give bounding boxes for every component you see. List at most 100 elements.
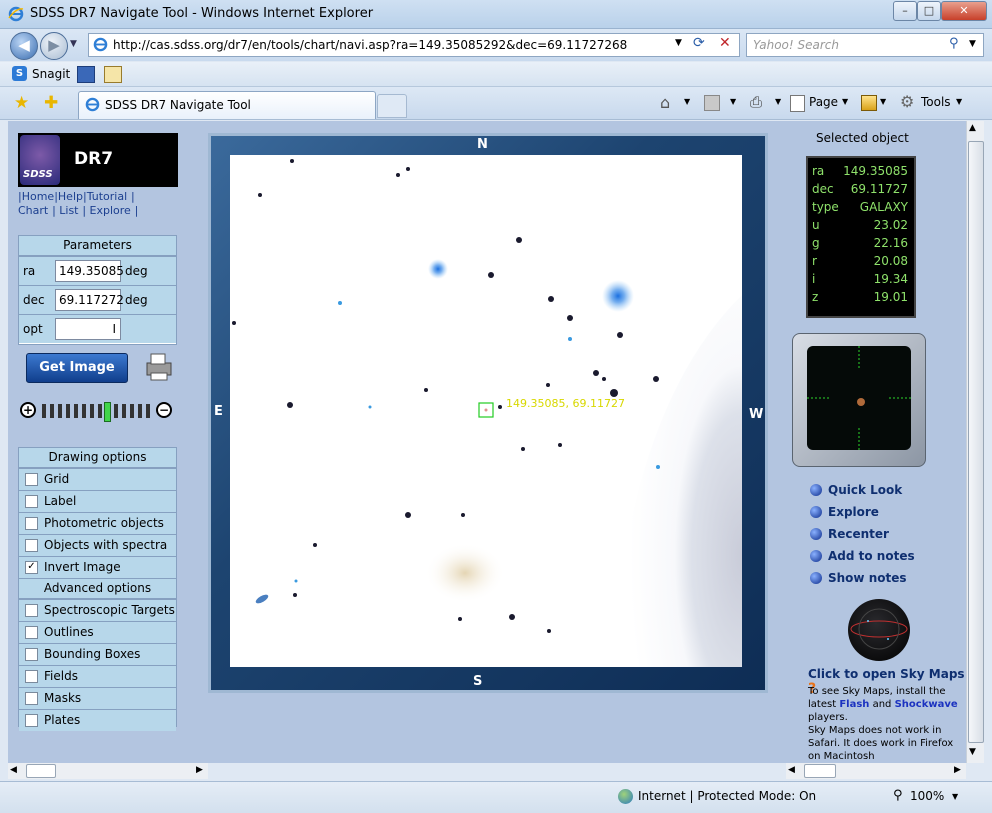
checkbox[interactable] — [25, 539, 38, 552]
search-icon[interactable]: ⚲ — [949, 36, 959, 51]
address-dropdown-icon[interactable]: ▼ — [675, 38, 682, 48]
get-image-button[interactable]: Get Image — [26, 353, 128, 383]
shockwave-link[interactable]: Shockwave — [895, 699, 958, 710]
feeds-dropdown-icon[interactable]: ▼ — [730, 97, 736, 106]
option-row[interactable]: Spectroscopic Targets — [19, 599, 176, 621]
checkbox[interactable] — [25, 495, 38, 508]
ra-label: ra — [23, 264, 36, 278]
close-window-button[interactable]: ✕ — [941, 1, 987, 21]
print-icon[interactable]: ⎙ — [750, 93, 762, 111]
tutorial-link[interactable]: |Tutorial — [83, 190, 127, 203]
horizontal-scroll-thumb[interactable] — [26, 764, 56, 778]
checkbox[interactable] — [25, 714, 38, 727]
stop-icon[interactable]: ✕ — [719, 35, 731, 51]
back-button[interactable]: ◀ — [10, 32, 38, 60]
checkbox[interactable] — [25, 692, 38, 705]
maximize-button[interactable]: □ — [917, 1, 941, 21]
help-link[interactable]: |Help — [54, 190, 83, 203]
refresh-icon[interactable]: ⟳ — [693, 35, 705, 51]
option-row[interactable]: ✓ Invert Image — [19, 556, 176, 578]
safety-icon[interactable] — [861, 95, 877, 111]
capture-icon[interactable] — [77, 66, 95, 83]
scroll-down-icon[interactable]: ▼ — [969, 747, 976, 757]
south-label: S — [473, 674, 483, 689]
ra-input[interactable]: 149.35085 — [55, 260, 124, 282]
checkbox[interactable] — [25, 626, 38, 639]
list-link[interactable]: | List — [52, 204, 78, 217]
page-menu-button[interactable]: Page — [809, 95, 838, 109]
links-toolbar: S Snagit — [0, 62, 992, 87]
search-dropdown-icon[interactable]: ▼ — [969, 39, 976, 49]
tab-navigate-tool[interactable]: SDSS DR7 Navigate Tool — [78, 91, 376, 119]
favorites-star-icon[interactable]: ★ — [14, 93, 29, 113]
checkbox[interactable] — [25, 473, 38, 486]
scroll-up-icon[interactable]: ▲ — [969, 123, 976, 133]
search-input[interactable]: Yahoo! Search — [753, 38, 839, 52]
home-link[interactable]: |Home — [18, 190, 54, 203]
option-label: Fields — [44, 669, 78, 683]
zoom-slider[interactable]: + − — [20, 401, 176, 422]
option-row[interactable]: Fields — [19, 665, 176, 687]
option-row[interactable]: Photometric objects — [19, 512, 176, 534]
opt-label: opt — [23, 322, 43, 336]
add-favorites-icon[interactable]: ✚ — [44, 93, 58, 113]
sdss-logo[interactable]: SDSS DR7 — [18, 133, 178, 187]
recent-pages-dropdown[interactable]: ▼ — [70, 39, 77, 49]
new-tab-button[interactable] — [377, 94, 407, 118]
page-dropdown-icon[interactable]: ▼ — [842, 97, 848, 106]
security-zone-text[interactable]: Internet | Protected Mode: On — [638, 789, 816, 803]
snagit-button[interactable]: Snagit — [32, 67, 70, 81]
home-icon[interactable]: ⌂ — [660, 93, 670, 112]
sky-image[interactable]: 149.35085, 69.11727 — [230, 155, 742, 667]
option-row[interactable]: Masks — [19, 687, 176, 709]
checkbox[interactable] — [25, 517, 38, 530]
print-dropdown-icon[interactable]: ▼ — [775, 97, 781, 106]
address-bar[interactable]: http://cas.sdss.org/dr7/en/tools/chart/n… — [88, 33, 740, 57]
zoom-track[interactable] — [42, 404, 150, 418]
object-thumbnail[interactable] — [807, 346, 911, 450]
zoom-out-icon[interactable]: − — [156, 402, 172, 418]
vertical-scrollbar[interactable]: ▲ ▼ — [966, 121, 984, 763]
checkbox[interactable] — [25, 670, 38, 683]
zoom-dropdown-icon[interactable]: ▼ — [952, 792, 958, 801]
checkbox-checked[interactable]: ✓ — [25, 561, 38, 574]
horizontal-scroll-thumb[interactable] — [804, 764, 836, 778]
checkbox[interactable] — [25, 604, 38, 617]
option-row[interactable]: Label — [19, 490, 176, 512]
option-row[interactable]: Grid — [19, 468, 176, 490]
opt-input[interactable]: I — [55, 318, 121, 340]
capture-settings-icon[interactable] — [104, 66, 122, 83]
option-label: Bounding Boxes — [44, 647, 141, 661]
dec-input[interactable]: 69.117272 — [55, 289, 124, 311]
option-label: Outlines — [44, 625, 94, 639]
option-row[interactable]: Plates — [19, 709, 176, 731]
option-row[interactable]: Outlines — [19, 621, 176, 643]
scroll-left-icon[interactable]: ◀ — [10, 765, 17, 775]
scroll-right-icon[interactable]: ▶ — [954, 765, 961, 775]
zoom-thumb[interactable] — [103, 402, 111, 422]
search-box[interactable]: Yahoo! Search ⚲ ▼ — [746, 33, 984, 57]
scroll-right-icon[interactable]: ▶ — [196, 765, 203, 775]
checkbox[interactable] — [25, 648, 38, 661]
tools-menu-button[interactable]: Tools — [921, 95, 951, 109]
flash-link[interactable]: Flash — [839, 699, 869, 710]
horizontal-scrollbar-right[interactable]: ◀ ▶ — [786, 763, 966, 779]
option-row[interactable]: Bounding Boxes — [19, 643, 176, 665]
explore-link[interactable]: | Explore — [82, 204, 130, 217]
forward-button[interactable]: ▶ — [40, 32, 68, 60]
minimize-button[interactable]: – — [893, 1, 917, 21]
sky-maps-globe-icon[interactable] — [848, 599, 910, 661]
printer-icon[interactable] — [142, 351, 176, 383]
horizontal-scrollbar-left[interactable]: ◀ ▶ — [8, 763, 208, 779]
zoom-in-icon[interactable]: + — [20, 402, 36, 418]
vertical-scroll-thumb[interactable] — [968, 141, 984, 743]
safety-dropdown-icon[interactable]: ▼ — [880, 97, 886, 106]
tab-label: SDSS DR7 Navigate Tool — [105, 98, 251, 112]
feeds-icon[interactable] — [704, 95, 720, 111]
scroll-left-icon[interactable]: ◀ — [788, 765, 795, 775]
option-row[interactable]: Objects with spectra — [19, 534, 176, 556]
zoom-level[interactable]: 100% — [910, 789, 944, 803]
tools-dropdown-icon[interactable]: ▼ — [956, 97, 962, 106]
chart-link[interactable]: Chart — [18, 204, 48, 217]
home-dropdown-icon[interactable]: ▼ — [684, 97, 690, 106]
